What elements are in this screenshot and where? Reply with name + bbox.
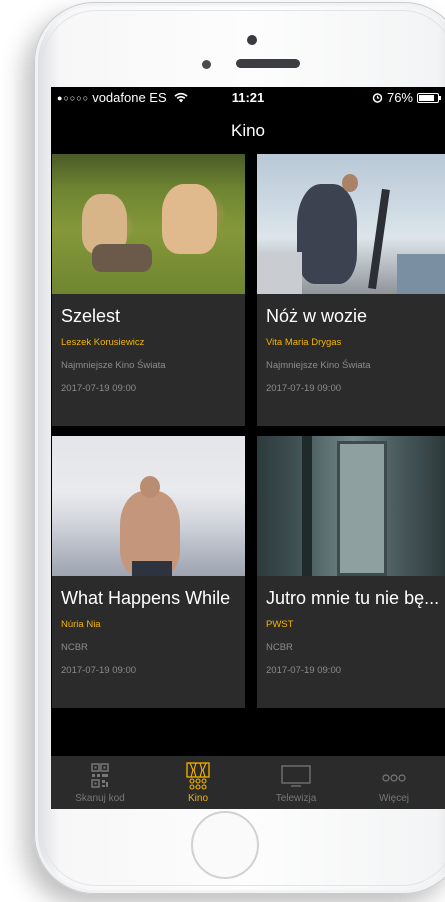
film-card-jutro[interactable]: Jutro mnie tu nie bę... PWST NCBR 2017-0… (257, 436, 445, 708)
front-camera-icon (247, 35, 257, 45)
film-venue: NCBR (61, 642, 88, 653)
tab-bar: Skanuj kod Kino Telewizja Więcej (51, 756, 445, 809)
film-card-body: Jutro mnie tu nie bę... PWST NCBR 2017-0… (257, 588, 445, 676)
film-venue: NCBR (266, 642, 293, 653)
tab-kino[interactable]: Kino (149, 756, 247, 809)
film-date: 2017-07-19 09:00 (61, 383, 137, 394)
poster-frame (302, 436, 312, 576)
tab-label: Więcej (378, 793, 409, 804)
status-bar: ●○○○○ vodafone ES 11:21 76% (51, 87, 445, 109)
film-title: Jutro mnie tu nie bę... (266, 588, 440, 608)
poster-figure (342, 174, 358, 192)
poster-pole (368, 188, 390, 290)
film-icon (186, 762, 210, 790)
film-director: PWST (266, 619, 294, 630)
film-card-what-happens-while[interactable]: What Happens While Núria Nia NCBR 2017-0… (52, 436, 245, 708)
film-poster-image (52, 436, 245, 576)
battery-icon (417, 92, 441, 103)
film-director: Núria Nia (61, 619, 101, 630)
speaker-grille-icon (236, 59, 300, 68)
home-button[interactable] (191, 811, 259, 879)
proximity-sensor-icon (202, 60, 211, 69)
status-right: 76% (372, 90, 441, 105)
film-date: 2017-07-19 09:00 (266, 665, 342, 676)
film-director: Leszek Korusiewicz (61, 337, 145, 348)
tab-label: Telewizja (275, 793, 317, 804)
film-card-body: What Happens While Núria Nia NCBR 2017-0… (52, 588, 245, 676)
film-title: Nóż w wozie (266, 306, 368, 326)
poster-vehicle (257, 252, 302, 294)
film-director: Vita Maria Drygas (266, 337, 342, 348)
film-poster-image (257, 436, 445, 576)
film-poster-image (52, 154, 245, 294)
film-venue: Najmniejsze Kino Świata (61, 360, 166, 371)
poster-figure (297, 184, 357, 284)
film-card-noz-w-wozie[interactable]: Nóż w wozie Vita Maria Drygas Najmniejsz… (257, 154, 445, 426)
battery-percent: 76% (386, 90, 413, 105)
poster-figure (92, 244, 152, 272)
film-title: What Happens While (61, 588, 231, 608)
poster-vehicle (397, 254, 445, 294)
poster-door (337, 441, 387, 576)
tab-label: Skanuj kod (75, 793, 125, 804)
film-date: 2017-07-19 09:00 (61, 665, 137, 676)
film-poster-image (257, 154, 445, 294)
film-card-body: Nóż w wozie Vita Maria Drygas Najmniejsz… (257, 306, 445, 394)
tab-wiecej[interactable]: Więcej (345, 756, 443, 809)
film-title: Szelest (61, 306, 121, 326)
poster-swimwear (132, 561, 172, 576)
film-card-szelest[interactable]: Szelest Leszek Korusiewicz Najmniejsze K… (52, 154, 245, 426)
page-title: Kino (230, 121, 266, 140)
film-card-body: Szelest Leszek Korusiewicz Najmniejsze K… (52, 306, 245, 394)
film-venue: Najmniejsze Kino Świata (266, 360, 371, 371)
tv-icon (281, 765, 311, 787)
qr-code-icon (91, 763, 109, 788)
more-icon (382, 774, 406, 782)
tab-label: Kino (187, 793, 208, 804)
tab-telewizja[interactable]: Telewizja (247, 756, 345, 809)
poster-figure (140, 476, 160, 498)
tab-skanuj-kod[interactable]: Skanuj kod (51, 756, 149, 809)
alarm-icon (372, 93, 383, 103)
poster-figure (162, 184, 217, 254)
film-date: 2017-07-19 09:00 (266, 383, 342, 394)
app-screen: ●○○○○ vodafone ES 11:21 76% Kino Szelest… (51, 87, 445, 809)
